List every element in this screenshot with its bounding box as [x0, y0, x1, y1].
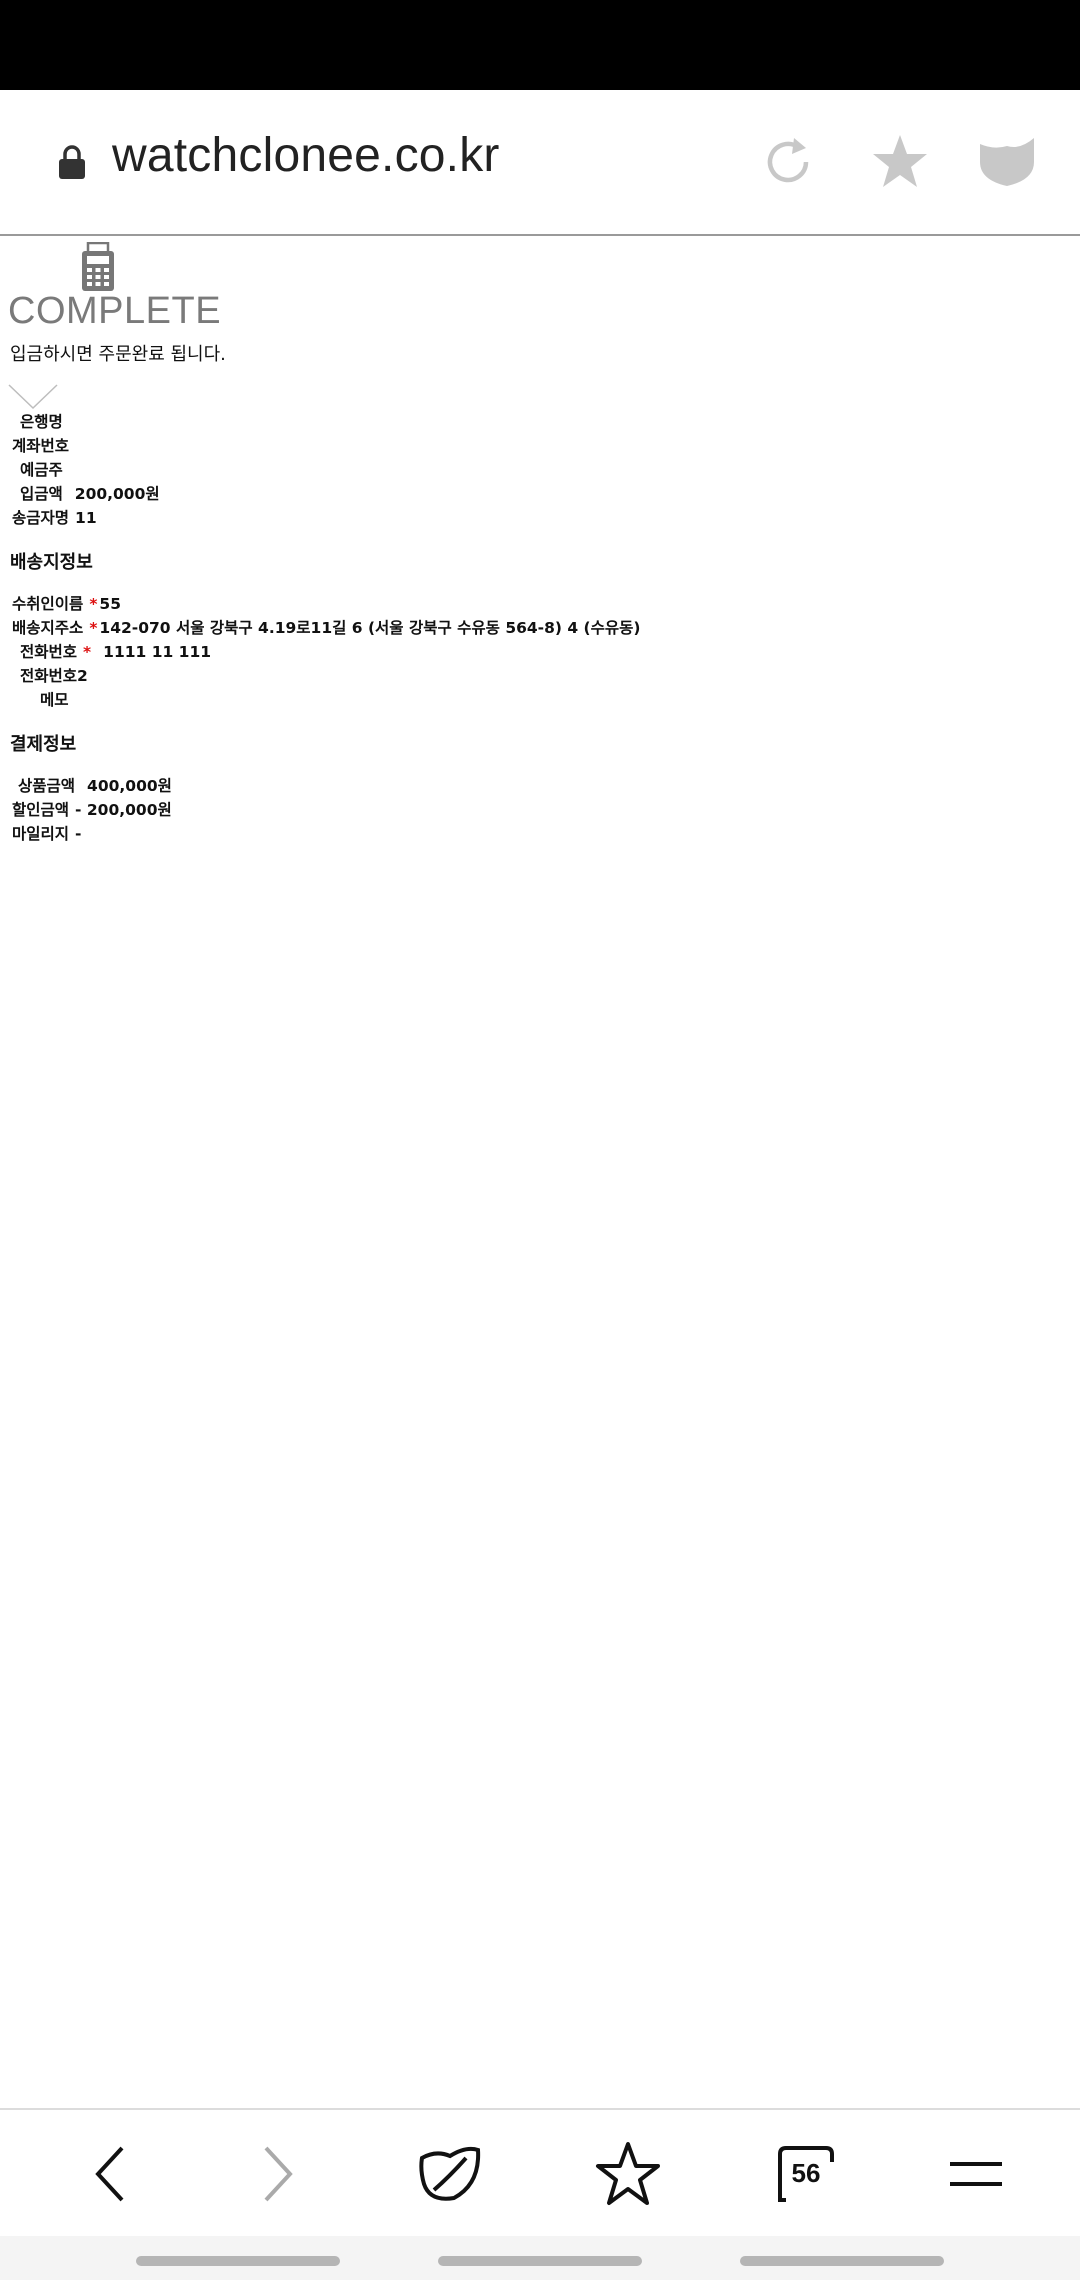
lock-icon [59, 145, 85, 179]
account-row: 계좌번호 [12, 434, 81, 456]
menu-icon[interactable] [942, 2140, 1010, 2208]
address-label: 배송지주소 [12, 619, 84, 637]
required-mark: * [83, 643, 92, 661]
forward-icon[interactable] [242, 2140, 310, 2208]
reload-icon[interactable] [762, 136, 814, 188]
sender-label: 송금자명 [12, 509, 70, 527]
holder-row: 예금주 [20, 458, 75, 480]
phone-row: 전화번호 * 1111 11 111 [20, 640, 211, 662]
mileage-row: 마일리지 - [12, 822, 81, 844]
bookmark-icon[interactable] [594, 2140, 662, 2208]
gesture-pill-left[interactable] [136, 2256, 340, 2266]
phone-label: 전화번호 [20, 643, 78, 661]
bookmark-star-icon[interactable] [870, 132, 930, 192]
tabs-button[interactable]: 56 [772, 2140, 840, 2208]
discount-value: - 200,000원 [75, 801, 172, 819]
leaf-home-icon[interactable] [416, 2140, 484, 2208]
page-title: COMPLETE [8, 290, 222, 332]
address-row: 배송지주소 * 142-070 서울 강북구 4.19로11길 6 (서울 강북구 … [12, 616, 641, 638]
amount-value: 200,000원 [74, 485, 160, 503]
holder-label: 예금주 [20, 461, 63, 479]
phone-value: 1111 11 111 [103, 643, 212, 661]
account-label: 계좌번호 [12, 437, 70, 455]
billing-section-title: 결제정보 [10, 734, 77, 755]
mileage-value: - [75, 825, 82, 843]
gesture-pill-right[interactable] [740, 2256, 944, 2266]
recipient-row: 수취인이름 * 55 [12, 592, 121, 614]
card-terminal-icon [82, 242, 114, 291]
gesture-bar [0, 2236, 1080, 2280]
product-amount-value: 400,000원 [87, 777, 172, 795]
phone2-label: 전화번호2 [20, 667, 88, 685]
memo-row: 메모 [40, 688, 81, 710]
gesture-pill-center[interactable] [438, 2256, 642, 2266]
discount-label: 할인금액 [12, 801, 70, 819]
shipping-section-title: 배송지정보 [10, 552, 93, 573]
chevron-down-icon [8, 384, 58, 410]
bank-label: 은행명 [20, 413, 63, 431]
memo-label: 메모 [40, 691, 69, 709]
url-text[interactable]: watchclonee.co.kr [112, 128, 500, 183]
tab-count: 56 [791, 2158, 821, 2188]
back-icon[interactable] [78, 2140, 146, 2208]
amount-label: 입금액 [20, 485, 63, 503]
browser-bottom-bar: 56 [0, 2108, 1080, 2238]
amount-row: 입금액 200,000원 [20, 482, 160, 504]
required-mark: * [89, 595, 98, 613]
recipient-value: 55 [99, 595, 121, 613]
sender-row: 송금자명 11 [12, 506, 97, 528]
product-amount-label: 상품금액 [18, 777, 76, 795]
phone2-row: 전화번호2 [20, 664, 100, 686]
bank-row: 은행명 [20, 410, 75, 432]
status-bar [0, 0, 1080, 90]
mileage-label: 마일리지 [12, 825, 70, 843]
required-mark: * [89, 619, 98, 637]
order-notice: 입금하시면 주문완료 됩니다. [10, 344, 226, 365]
recipient-label: 수취인이름 [12, 595, 84, 613]
url-bar: watchclonee.co.kr [0, 90, 1080, 236]
shield-icon[interactable] [978, 136, 1036, 188]
discount-row: 할인금액 - 200,000원 [12, 798, 172, 820]
product-amount-row: 상품금액 400,000원 [18, 774, 172, 796]
sender-value: 11 [75, 509, 97, 527]
address-value: 142-070 서울 강북구 4.19로11길 6 (서울 강북구 수유동 56… [99, 619, 641, 637]
